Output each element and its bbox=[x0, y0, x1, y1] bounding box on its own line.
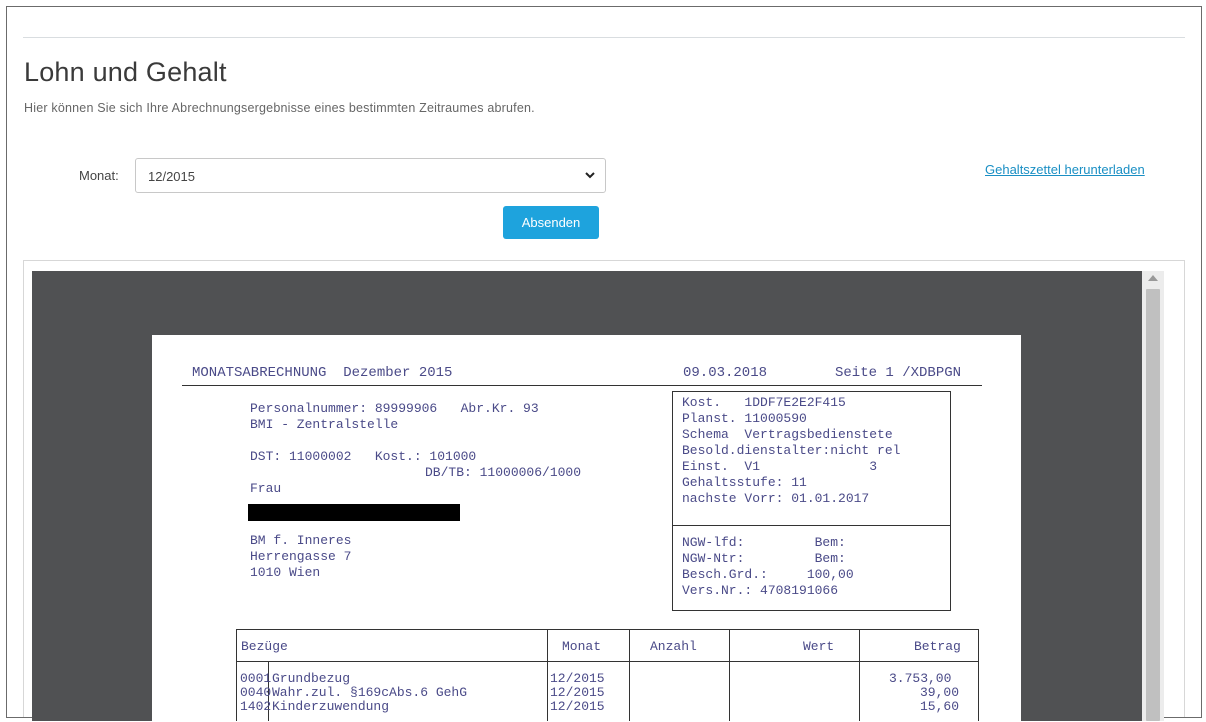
info-line: nachste Vorr: 01.01.2017 bbox=[682, 491, 870, 506]
row-monat: 12/2015 bbox=[550, 699, 605, 714]
address-line: BM f. Inneres bbox=[250, 533, 352, 548]
info-line: Besch.Grd.: 100,00 bbox=[682, 567, 854, 582]
info-box-border bbox=[672, 391, 673, 611]
info-line: NGW-Ntr: Bem: bbox=[682, 551, 846, 566]
row-text: Kinderzuwendung bbox=[272, 699, 390, 714]
top-divider bbox=[23, 37, 1185, 38]
db-tb: DB/TB: 11000006/1000 bbox=[425, 465, 582, 480]
row-code: 1402 bbox=[240, 699, 272, 714]
download-payslip-link[interactable]: Gehaltszettel herunterladen bbox=[985, 162, 1145, 177]
info-line: NGW-lfd: Bem: bbox=[682, 535, 846, 550]
info-line: Vers.Nr.: 4708191066 bbox=[682, 583, 839, 598]
table-col-divider bbox=[729, 629, 730, 721]
table-header: Monat bbox=[562, 639, 602, 654]
table-border bbox=[236, 629, 979, 630]
document-date: 09.03.2018 bbox=[683, 365, 768, 381]
month-label: Monat: bbox=[79, 168, 119, 183]
info-box-divider bbox=[672, 525, 951, 526]
page-subtitle: Hier können Sie sich Ihre Abrechnungserg… bbox=[24, 101, 535, 115]
chevron-down-icon bbox=[585, 172, 595, 179]
table-header: Wert bbox=[803, 639, 835, 654]
info-box-border bbox=[950, 391, 951, 611]
table-border bbox=[236, 629, 237, 721]
anrede: Frau bbox=[250, 481, 282, 496]
info-line: Planst. 11000590 bbox=[682, 411, 807, 426]
table-header: Betrag bbox=[914, 639, 961, 654]
viewer-scrollbar[interactable] bbox=[1142, 271, 1164, 721]
personalnummer: Personalnummer: 89999906 Abr.Kr. 93 bbox=[250, 401, 539, 416]
table-col-divider bbox=[859, 629, 860, 721]
row-betrag: 15,60 bbox=[920, 699, 960, 714]
info-line: Gehaltsstufe: 11 bbox=[682, 475, 807, 490]
table-col-divider bbox=[629, 629, 630, 721]
info-line: Schema Vertragsbedienstete bbox=[682, 427, 893, 442]
payslip-document: MONATSABRECHNUNG Dezember 2015 09.03.201… bbox=[152, 335, 1021, 721]
header-rule bbox=[182, 385, 982, 386]
page-title: Lohn und Gehalt bbox=[24, 57, 227, 87]
redacted-name bbox=[248, 504, 460, 521]
table-header: Bezüge bbox=[241, 639, 288, 654]
info-box-border bbox=[672, 610, 951, 611]
table-border bbox=[978, 629, 979, 721]
address-line: Herrengasse 7 bbox=[250, 549, 352, 564]
scroll-thumb[interactable] bbox=[1146, 289, 1160, 721]
dienststelle: BMI - Zentralstelle bbox=[250, 417, 399, 432]
document-title: MONATSABRECHNUNG Dezember 2015 bbox=[192, 365, 453, 381]
info-line: Einst. V1 3 bbox=[682, 459, 878, 474]
info-line: Besold.dienstalter:nicht rel bbox=[682, 443, 901, 458]
address-line: 1010 Wien bbox=[250, 565, 321, 580]
scroll-up-arrow-icon[interactable] bbox=[1148, 275, 1158, 281]
info-box-border bbox=[672, 391, 951, 392]
table-col-divider bbox=[547, 629, 548, 721]
dst-kost: DST: 11000002 Kost.: 101000 bbox=[250, 449, 477, 464]
month-select[interactable]: 12/2015 bbox=[135, 158, 606, 193]
document-page: Seite 1 /XDBPGN bbox=[835, 365, 962, 381]
month-select-value: 12/2015 bbox=[148, 169, 195, 184]
pdf-viewer[interactable]: MONATSABRECHNUNG Dezember 2015 09.03.201… bbox=[32, 271, 1142, 721]
table-header: Anzahl bbox=[650, 639, 697, 654]
submit-button[interactable]: Absenden bbox=[503, 206, 599, 239]
table-header-rule bbox=[236, 661, 979, 662]
info-line: Kost. 1DDF7E2E2F415 bbox=[682, 395, 846, 410]
